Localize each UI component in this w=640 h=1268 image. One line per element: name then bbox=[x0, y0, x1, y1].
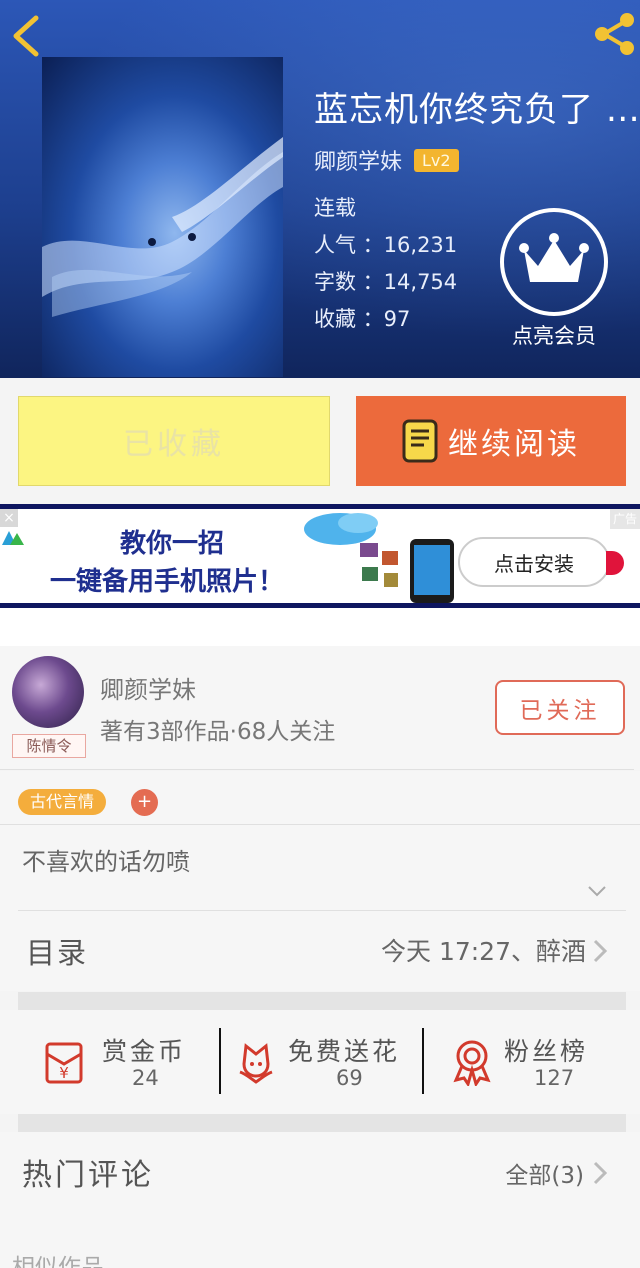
share-button[interactable] bbox=[590, 10, 638, 58]
similar-works-title: 相似作品 bbox=[12, 1255, 104, 1268]
avatar-tag: 陈情令 bbox=[12, 734, 86, 758]
continue-reading-button[interactable]: 继续阅读 bbox=[356, 396, 626, 486]
all-comments-link[interactable]: 全部(3) bbox=[505, 1156, 584, 1190]
favorites-count: 收藏 ：97 bbox=[314, 307, 411, 331]
popularity-count: 人气 ：16,231 bbox=[314, 233, 458, 257]
svg-text:¥: ¥ bbox=[59, 1064, 69, 1082]
avatar[interactable] bbox=[12, 656, 84, 728]
add-tag-button[interactable]: + bbox=[131, 789, 158, 816]
follow-button[interactable]: 已关注 bbox=[495, 680, 625, 735]
level-badge: Lv2 bbox=[414, 148, 459, 172]
continue-reading-label: 继续阅读 bbox=[448, 427, 580, 462]
share-icon bbox=[595, 13, 634, 55]
genre-tag[interactable]: 古代言情 bbox=[18, 789, 107, 815]
toc-label[interactable]: 目录 bbox=[26, 930, 88, 972]
expand-chevron-icon[interactable] bbox=[586, 880, 608, 902]
back-button[interactable] bbox=[8, 12, 48, 60]
ad-indicator bbox=[606, 551, 624, 575]
ad-subheadline: 一键备用手机照片！ bbox=[50, 567, 285, 597]
vip-label[interactable]: 点亮会员 bbox=[500, 320, 608, 350]
stat-separator bbox=[219, 1028, 221, 1094]
book-intro: 不喜欢的话勿喷 bbox=[22, 848, 190, 876]
author-card-name[interactable]: 卿颜学妹 bbox=[100, 670, 196, 705]
stat-value-fans: 127 bbox=[534, 1066, 575, 1090]
book-title: 蓝忘机你终究负了 … bbox=[314, 90, 640, 130]
stat-label-fans[interactable]: 粉丝榜 bbox=[504, 1032, 588, 1068]
crown-icon bbox=[519, 233, 589, 282]
book-icon bbox=[402, 419, 438, 463]
stat-value-coins: 24 bbox=[132, 1066, 159, 1090]
book-cover-image[interactable] bbox=[42, 57, 283, 377]
ad-phone-illustration bbox=[304, 513, 454, 603]
author-card-stats: 著有3部作品·68人关注 bbox=[100, 719, 336, 745]
word-count: 字数 ：14,754 bbox=[314, 270, 458, 294]
divider bbox=[0, 824, 640, 825]
chevron-right-icon[interactable] bbox=[592, 938, 608, 964]
book-header: 蓝忘机你终究负了 … 卿颜学妹 Lv2 连载 人气 ：16,231 字数 ：14… bbox=[0, 0, 640, 378]
ad-headline: 教你一招 bbox=[120, 529, 225, 559]
ad-tag: 广告 bbox=[610, 509, 640, 529]
ad-close-button[interactable]: × bbox=[0, 509, 18, 527]
hot-comments-title: 热门评论 bbox=[22, 1158, 154, 1193]
spacer bbox=[0, 608, 640, 646]
ad-install-button[interactable]: 点击安装 bbox=[458, 537, 610, 587]
stat-value-flowers: 69 bbox=[336, 1066, 363, 1090]
back-arrow-icon bbox=[13, 15, 39, 57]
ad-banner[interactable]: × 广告 教你一招 一键备用手机照片！ 点击安装 bbox=[0, 504, 640, 608]
stat-label-flowers[interactable]: 免费送花 bbox=[288, 1032, 400, 1068]
author-name[interactable]: 卿颜学妹 bbox=[314, 144, 402, 176]
section-divider bbox=[18, 992, 626, 1010]
stat-label-coins[interactable]: 赏金币 bbox=[102, 1032, 186, 1068]
serial-status: 连载 bbox=[314, 196, 356, 220]
ad-logo-icon bbox=[2, 531, 24, 545]
flower-icon[interactable] bbox=[232, 1038, 280, 1086]
toc-latest-chapter[interactable]: 今天 17:27、醉酒 bbox=[381, 932, 586, 968]
divider bbox=[18, 910, 626, 911]
red-envelope-icon[interactable]: ¥ bbox=[42, 1038, 90, 1086]
vip-button[interactable] bbox=[500, 208, 608, 316]
author-row: 卿颜学妹 Lv2 bbox=[314, 144, 459, 176]
favorited-button[interactable]: 已收藏 bbox=[18, 396, 330, 486]
cover-art bbox=[42, 137, 283, 317]
medal-icon[interactable] bbox=[448, 1038, 496, 1086]
chevron-right-icon[interactable] bbox=[592, 1160, 608, 1186]
divider bbox=[0, 769, 634, 770]
section-divider bbox=[18, 1114, 626, 1132]
stat-separator bbox=[422, 1028, 424, 1094]
